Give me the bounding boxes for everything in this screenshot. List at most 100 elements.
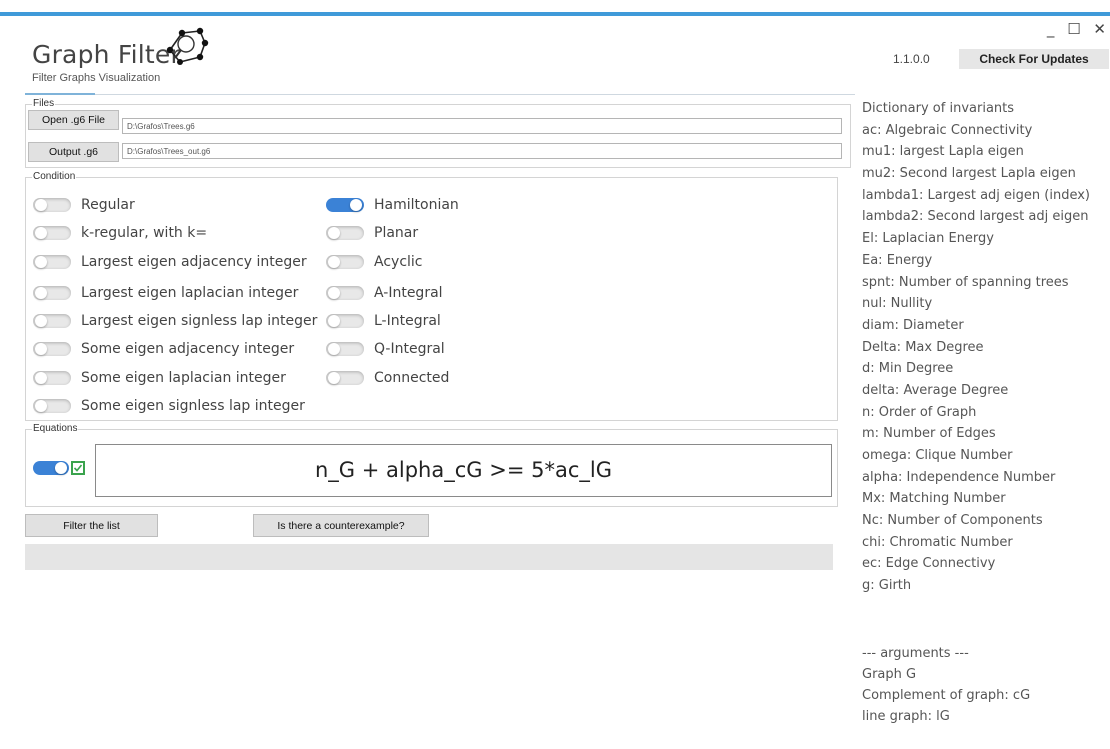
arguments-title: --- arguments ---	[862, 646, 969, 661]
condition-l-integral[interactable]: L-Integral	[326, 311, 441, 331]
argument-item: Complement of graph: cG	[862, 688, 1031, 703]
condition-label: Some eigen signless lap integer	[81, 398, 305, 414]
dictionary-item: d: Min Degree	[862, 361, 954, 377]
dictionary-item: Delta: Max Degree	[862, 339, 984, 355]
toggle-switch[interactable]	[33, 286, 71, 300]
toggle-switch[interactable]	[33, 371, 71, 385]
checkmark-icon	[73, 464, 83, 472]
condition-largest-eigen-laplacian[interactable]: Largest eigen laplacian integer	[33, 283, 298, 303]
invariants-dictionary: Dictionary of invariants ac: Algebraic C…	[862, 98, 1107, 597]
dictionary-item: alpha: Independence Number	[862, 469, 1056, 485]
toggle-switch[interactable]	[33, 226, 71, 240]
toggle-switch[interactable]	[33, 255, 71, 269]
dictionary-item: mu2: Second largest Lapla eigen	[862, 166, 1076, 182]
argument-item: line graph: lG	[862, 709, 950, 724]
check-updates-button[interactable]: Check For Updates	[959, 49, 1109, 69]
dictionary-item: omega: Clique Number	[862, 448, 1013, 463]
argument-item: Graph G	[862, 667, 917, 682]
arguments-list: --- arguments --- Graph G Complement of …	[862, 643, 1107, 727]
dictionary-item: g: Girth	[862, 578, 912, 594]
condition-label: Regular	[81, 197, 135, 213]
open-g6-button[interactable]: Open .g6 File	[28, 110, 119, 130]
equation-input[interactable]: n_G + alpha_cG >= 5*ac_lG	[95, 444, 832, 497]
dictionary-item: lambda1: Largest adj eigen (index)	[862, 187, 1090, 203]
condition-some-eigen-laplacian[interactable]: Some eigen laplacian integer	[33, 368, 286, 388]
condition-largest-eigen-signless[interactable]: Largest eigen signless lap integer	[33, 311, 317, 331]
dictionary-item: m: Number of Edges	[862, 426, 996, 442]
minimize-icon[interactable]: _	[1047, 20, 1055, 38]
condition-k-regular[interactable]: k-regular, with k=	[33, 223, 207, 243]
close-icon[interactable]: ✕	[1093, 20, 1106, 38]
toggle-switch[interactable]	[33, 342, 71, 356]
condition-label: Largest eigen laplacian integer	[81, 285, 299, 301]
condition-label: A-Integral	[374, 285, 443, 301]
toggle-switch[interactable]	[326, 226, 364, 240]
dictionary-title: Dictionary of invariants	[862, 101, 1015, 116]
dictionary-item: Nc: Number of Components	[862, 513, 1043, 529]
toggle-switch[interactable]	[33, 314, 71, 328]
status-bar	[25, 544, 833, 570]
condition-legend: Condition	[32, 171, 77, 182]
condition-largest-eigen-adjacency[interactable]: Largest eigen adjacency integer	[33, 252, 307, 272]
toggle-switch[interactable]	[326, 255, 364, 269]
condition-label: Acyclic	[374, 254, 423, 270]
counterexample-button[interactable]: Is there a counterexample?	[253, 514, 429, 537]
condition-label: Largest eigen signless lap integer	[81, 313, 318, 329]
dictionary-item: Ea: Energy	[862, 252, 933, 268]
toggle-switch[interactable]	[33, 198, 71, 212]
output-g6-button[interactable]: Output .g6	[28, 142, 119, 162]
condition-q-integral[interactable]: Q-Integral	[326, 339, 445, 359]
condition-label: L-Integral	[374, 313, 441, 329]
dictionary-item: nul: Nullity	[862, 296, 933, 312]
dictionary-item: ac: Algebraic Connectivity	[862, 122, 1033, 138]
app-title: Graph Filter	[32, 40, 181, 69]
condition-label: Connected	[374, 370, 450, 386]
condition-regular[interactable]: Regular	[33, 195, 135, 215]
filter-list-button[interactable]: Filter the list	[25, 514, 158, 537]
condition-label: Hamiltonian	[374, 197, 459, 213]
dictionary-item: El: Laplacian Energy	[862, 231, 994, 247]
dictionary-item: mu1: largest Lapla eigen	[862, 144, 1024, 160]
toggle-switch[interactable]	[326, 286, 364, 300]
dictionary-item: n: Order of Graph	[862, 404, 977, 420]
window-controls: _ ☐ ✕	[1039, 20, 1106, 38]
toggle-switch[interactable]	[326, 371, 364, 385]
condition-label: Some eigen adjacency integer	[81, 341, 295, 357]
condition-label: Planar	[374, 225, 419, 241]
maximize-icon[interactable]: ☐	[1067, 20, 1080, 38]
open-path-field[interactable]: D:\Grafos\Trees.g6	[122, 118, 842, 134]
toggle-switch[interactable]	[326, 314, 364, 328]
dictionary-item: ec: Edge Connectivy	[862, 556, 996, 572]
dictionary-item: Mx: Matching Number	[862, 491, 1006, 507]
condition-label: Q-Integral	[374, 341, 445, 357]
condition-label: k-regular, with k=	[81, 225, 208, 241]
dictionary-item: diam: Diameter	[862, 317, 964, 333]
app-subtitle: Filter Graphs Visualization	[32, 72, 161, 84]
dictionary-item: spnt: Number of spanning trees	[862, 274, 1069, 290]
condition-some-eigen-adjacency[interactable]: Some eigen adjacency integer	[33, 339, 294, 359]
condition-acyclic[interactable]: Acyclic	[326, 252, 423, 272]
graph-logo-icon	[166, 27, 209, 65]
equation-checkbox[interactable]	[71, 461, 85, 475]
dictionary-item: lambda2: Second largest adj eigen	[862, 209, 1089, 225]
condition-some-eigen-signless[interactable]: Some eigen signless lap integer	[33, 396, 305, 416]
header-divider-accent	[25, 93, 95, 95]
window-accent-bar	[0, 12, 1110, 16]
equations-legend: Equations	[32, 423, 79, 434]
equation-toggle[interactable]	[33, 461, 69, 475]
condition-label: Largest eigen adjacency integer	[81, 254, 307, 270]
condition-label: Some eigen laplacian integer	[81, 370, 286, 386]
dictionary-item: chi: Chromatic Number	[862, 534, 1013, 550]
toggle-switch[interactable]	[326, 342, 364, 356]
condition-a-integral[interactable]: A-Integral	[326, 283, 443, 303]
condition-planar[interactable]: Planar	[326, 223, 418, 243]
dictionary-item: delta: Average Degree	[862, 382, 1009, 398]
output-path-field[interactable]: D:\Grafos\Trees_out.g6	[122, 143, 842, 159]
files-legend: Files	[32, 98, 56, 109]
header-divider	[25, 94, 855, 95]
toggle-switch[interactable]	[326, 198, 364, 212]
version-label: 1.1.0.0	[893, 52, 930, 66]
toggle-switch[interactable]	[33, 399, 71, 413]
condition-hamiltonian[interactable]: Hamiltonian	[326, 195, 459, 215]
condition-connected[interactable]: Connected	[326, 368, 449, 388]
